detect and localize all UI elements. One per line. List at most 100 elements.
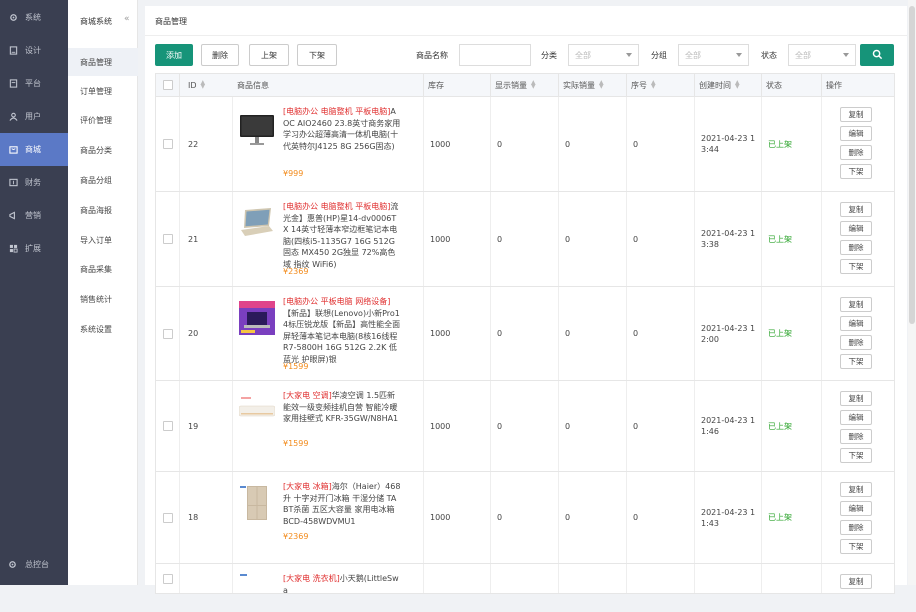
copy-button[interactable]: 复制 xyxy=(840,574,872,589)
product-name[interactable]: [大家电 冰箱]海尔（Haier）468升 十字对开门冰箱 干湿分储 TABT杀… xyxy=(283,481,401,527)
edit-button[interactable]: 编辑 xyxy=(840,221,872,236)
delete-row-button[interactable]: 删除 xyxy=(840,335,872,350)
nav-item-design[interactable]: 设计 xyxy=(0,34,68,67)
header-id[interactable]: ID ▲ ▼ xyxy=(180,74,233,96)
subnav-item-settings[interactable]: 系统设置 xyxy=(68,315,138,343)
row-checkbox[interactable] xyxy=(162,512,173,523)
row-real-sales: 0 xyxy=(559,97,627,191)
subnav-item-reviews[interactable]: 评价管理 xyxy=(68,106,138,134)
header-shown-sales[interactable]: 显示销量 ▲ ▼ xyxy=(491,74,559,96)
table-row: 21 [电脑办公 电脑整机 平板电脑]流光金】惠普(HP)星14-dv0006TX… xyxy=(155,192,895,287)
unshelve-row-button[interactable]: 下架 xyxy=(840,539,872,554)
row-checkbox[interactable] xyxy=(162,328,173,339)
row-created: 2021-04-23 12:00 xyxy=(695,287,762,380)
unshelve-row-button[interactable]: 下架 xyxy=(840,448,872,463)
row-shown-sales: 0 xyxy=(491,472,559,563)
delete-row-button[interactable]: 删除 xyxy=(840,429,872,444)
row-shown-sales: 0 xyxy=(491,192,559,286)
mall-icon xyxy=(8,145,18,155)
subnav-item-posters[interactable]: 商品海报 xyxy=(68,196,138,224)
header-created[interactable]: 创建时间 ▲ ▼ xyxy=(695,74,762,96)
product-thumbnail[interactable] xyxy=(239,299,275,337)
divider xyxy=(145,35,907,36)
group-select[interactable]: 全部 xyxy=(678,44,749,66)
nav-item-label: 用户 xyxy=(25,112,41,121)
product-price: ¥2369 xyxy=(283,267,309,276)
scrollbar[interactable] xyxy=(908,0,916,585)
subnav-item-collect[interactable]: 商品采集 xyxy=(68,255,138,283)
edit-button[interactable]: 编辑 xyxy=(840,501,872,516)
unshelve-row-button[interactable]: 下架 xyxy=(840,164,872,179)
row-info: [大家电 洗衣机]小天鹅(LittleSwa xyxy=(233,564,424,595)
name-filter-input[interactable] xyxy=(459,44,531,66)
row-stock xyxy=(424,564,491,593)
row-created: 2021-04-23 11:43 xyxy=(695,472,762,563)
status-select[interactable]: 全部 xyxy=(788,44,856,66)
edit-button[interactable]: 编辑 xyxy=(840,410,872,425)
row-checkbox[interactable] xyxy=(162,234,173,244)
gear-icon xyxy=(8,13,18,23)
nav-item-dashboard[interactable]: 总控台 xyxy=(0,553,68,575)
scrollbar-thumb[interactable] xyxy=(909,6,915,324)
copy-button[interactable]: 复制 xyxy=(840,482,872,497)
product-thumbnail[interactable] xyxy=(239,204,275,242)
nav-item-mall[interactable]: 商城 xyxy=(0,133,68,166)
add-button[interactable]: 添加 xyxy=(155,44,193,66)
platform-icon xyxy=(8,79,18,89)
select-all-checkbox[interactable] xyxy=(162,80,173,90)
product-thumbnail[interactable] xyxy=(239,484,275,522)
subnav-item-import-orders[interactable]: 导入订单 xyxy=(68,226,138,254)
row-id: 21 xyxy=(180,192,233,286)
header-stock: 库存 xyxy=(424,74,491,96)
delete-row-button[interactable]: 删除 xyxy=(840,145,872,160)
user-icon xyxy=(8,112,18,122)
copy-button[interactable]: 复制 xyxy=(840,297,872,312)
product-name[interactable]: [电脑办公 平板电脑 网络设备] 【新品】联想(Lenovo)小新Pro14标压锐… xyxy=(283,296,401,365)
delete-row-button[interactable]: 删除 xyxy=(840,520,872,535)
collapse-icon[interactable]: « xyxy=(124,14,130,24)
nav-item-marketing[interactable]: 营销 xyxy=(0,199,68,232)
nav-item-platform[interactable]: 平台 xyxy=(0,67,68,100)
header-real-sales[interactable]: 实际销量 ▲ ▼ xyxy=(559,74,627,96)
row-checkbox[interactable] xyxy=(162,573,173,584)
sort-icon: ▲ ▼ xyxy=(651,79,656,90)
nav-item-user[interactable]: 用户 xyxy=(0,100,68,133)
row-info: [电脑办公 电脑整机 平板电脑]AOC AIO2460 23.8英寸商务家用学习… xyxy=(233,97,424,191)
extend-icon xyxy=(8,244,18,254)
subnav-item-orders[interactable]: 订单管理 xyxy=(68,77,138,105)
unshelve-row-button[interactable]: 下架 xyxy=(840,259,872,274)
subnav-item-goods[interactable]: 商品管理 xyxy=(68,48,138,76)
nav-item-finance[interactable]: 财务 xyxy=(0,166,68,199)
product-thumbnail[interactable] xyxy=(238,393,276,431)
nav-item-system[interactable]: 系统 xyxy=(0,1,68,34)
unshelve-button[interactable]: 下架 xyxy=(297,44,337,66)
product-thumbnail[interactable] xyxy=(239,109,275,147)
edit-button[interactable]: 编辑 xyxy=(840,126,872,141)
subnav-item-groups[interactable]: 商品分组 xyxy=(68,166,138,194)
product-name[interactable]: [大家电 空调]华凌空调 1.5匹新能效一级变频挂机自营 智能冷暖 家用挂壁式 … xyxy=(283,390,401,425)
header-order[interactable]: 序号 ▲ ▼ xyxy=(627,74,695,96)
copy-button[interactable]: 复制 xyxy=(840,391,872,406)
row-checkbox[interactable] xyxy=(162,421,173,431)
nav-item-label: 系统 xyxy=(25,13,41,22)
sort-icon: ▲ ▼ xyxy=(599,79,604,90)
product-category: [大家电 空调] xyxy=(283,391,332,400)
category-select[interactable]: 全部 xyxy=(568,44,639,66)
product-name[interactable]: [电脑办公 电脑整机 平板电脑]AOC AIO2460 23.8英寸商务家用学习… xyxy=(283,106,401,152)
delete-button[interactable]: 删除 xyxy=(201,44,239,66)
product-name[interactable]: [电脑办公 电脑整机 平板电脑]流光金】惠普(HP)星14-dv0006TX 1… xyxy=(283,201,401,270)
subnav-item-categories[interactable]: 商品分类 xyxy=(68,136,138,164)
row-status: 已上架 xyxy=(762,97,822,191)
search-button[interactable] xyxy=(860,44,894,66)
product-thumbnail[interactable] xyxy=(239,572,275,610)
copy-button[interactable]: 复制 xyxy=(840,107,872,122)
copy-button[interactable]: 复制 xyxy=(840,202,872,217)
delete-row-button[interactable]: 删除 xyxy=(840,240,872,255)
row-checkbox[interactable] xyxy=(162,139,173,149)
subnav-item-statistics[interactable]: 销售统计 xyxy=(68,285,138,313)
shelve-button[interactable]: 上架 xyxy=(249,44,289,66)
nav-item-extend[interactable]: 扩展 xyxy=(0,232,68,265)
table-row: 18 [大家电 冰箱]海尔（Haier）468升 十字对开门冰箱 干湿分储 TAB… xyxy=(155,472,895,564)
unshelve-row-button[interactable]: 下架 xyxy=(840,354,872,369)
edit-button[interactable]: 编辑 xyxy=(840,316,872,331)
